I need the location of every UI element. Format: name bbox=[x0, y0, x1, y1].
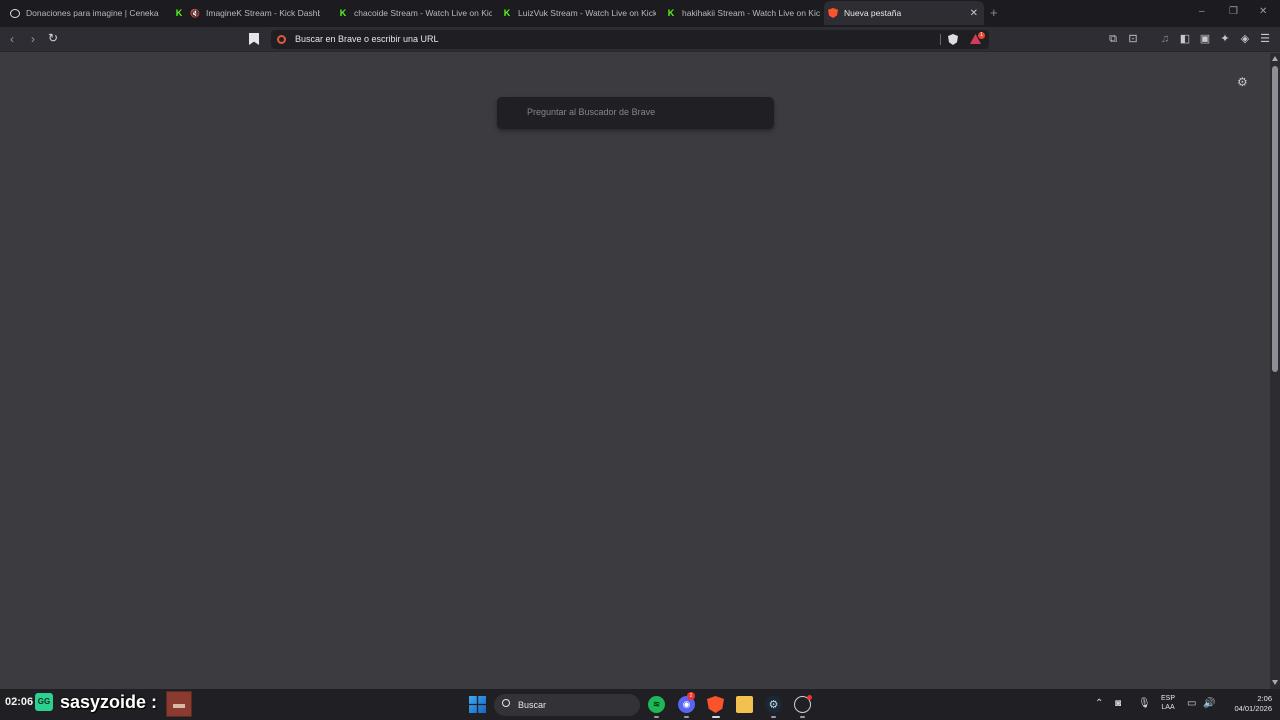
kick-icon: K bbox=[503, 8, 511, 18]
wallet-icon[interactable]: ▣ bbox=[1199, 33, 1211, 45]
restore-icon[interactable]: ❐ bbox=[1229, 6, 1238, 17]
search-placeholder: Preguntar al Buscador de Brave bbox=[527, 107, 656, 117]
back-icon[interactable]: ‹ bbox=[10, 32, 14, 46]
network-icon[interactable]: ▭ bbox=[1187, 698, 1196, 709]
tab-hakihakii[interactable]: K hakihakii Stream - Watch Live on Kick bbox=[662, 3, 820, 23]
rewards-badge: 1 bbox=[978, 32, 985, 39]
muted-icon[interactable]: 🔇 bbox=[190, 8, 200, 18]
scroll-down-icon[interactable] bbox=[1272, 680, 1278, 685]
vpn-icon[interactable]: ◈ bbox=[1239, 33, 1251, 45]
gear-icon[interactable]: ⚙ bbox=[1237, 75, 1248, 89]
taskbar-search[interactable]: Buscar bbox=[494, 694, 640, 716]
close-window-icon[interactable]: ✕ bbox=[1259, 6, 1267, 17]
volume-icon[interactable]: 🔊 bbox=[1203, 698, 1215, 709]
menu-icon[interactable]: ☰ bbox=[1259, 33, 1271, 45]
search-icon bbox=[502, 699, 510, 707]
overlay-time: 02:06 bbox=[5, 696, 34, 708]
brave-icon bbox=[828, 8, 838, 18]
address-bar[interactable]: Buscar en Brave o escribir una URL 1 bbox=[271, 30, 989, 49]
sidebar-icon[interactable]: ◧ bbox=[1179, 33, 1191, 45]
new-tab-page: ⚙ Preguntar al Buscador de Brave bbox=[0, 53, 1270, 689]
screenshot-icon[interactable]: ⊡ bbox=[1127, 33, 1139, 45]
gg-emote-icon: GG bbox=[35, 693, 53, 711]
tab-imaginek-dashboard[interactable]: K 🔇 ImagineK Stream - Kick Dashboard bbox=[170, 3, 320, 23]
close-tab-icon[interactable]: ✕ bbox=[970, 8, 978, 19]
address-placeholder: Buscar en Brave o escribir una URL bbox=[295, 34, 439, 44]
new-tab-button[interactable]: + bbox=[990, 5, 998, 20]
tab-title: hakihakii Stream - Watch Live on Kick bbox=[682, 8, 820, 18]
brave-shields-icon[interactable] bbox=[948, 34, 958, 45]
language-indicator[interactable]: ESP LAA bbox=[1161, 694, 1175, 712]
running-indicator bbox=[684, 716, 689, 718]
extensions-icon[interactable]: ⧉ bbox=[1107, 33, 1119, 45]
ceneka-icon bbox=[10, 8, 20, 18]
tab-luizvuk[interactable]: K LuizVuk Stream - Watch Live on Kick bbox=[498, 3, 656, 23]
kick-icon: K bbox=[339, 8, 347, 18]
media-icon[interactable]: ♫ bbox=[1159, 33, 1171, 45]
system-clock[interactable]: 2:06 04/01/2026 bbox=[1222, 694, 1272, 714]
avatar bbox=[166, 691, 192, 717]
browser-toolbar: ‹ › ↻ Buscar en Brave o escribir una URL… bbox=[0, 27, 1280, 52]
notification-dot bbox=[807, 695, 812, 700]
windows-start-icon[interactable] bbox=[469, 696, 486, 713]
language-line2: LAA bbox=[1161, 704, 1175, 711]
tab-chacoide[interactable]: K chacoide Stream - Watch Live on Kick bbox=[334, 3, 492, 23]
brave-search-box[interactable]: Preguntar al Buscador de Brave bbox=[497, 97, 774, 129]
tab-title: chacoide Stream - Watch Live on Kick bbox=[354, 8, 492, 18]
minimize-icon[interactable]: – bbox=[1199, 6, 1205, 17]
kick-icon: K bbox=[667, 8, 675, 18]
running-indicator bbox=[654, 716, 659, 718]
brave-browser-icon[interactable] bbox=[707, 696, 724, 713]
overlay-username: sasyzoide : bbox=[60, 692, 158, 712]
kick-icon: K bbox=[175, 8, 183, 18]
scroll-thumb[interactable] bbox=[1272, 66, 1278, 372]
running-indicator bbox=[712, 716, 720, 718]
microphone-icon[interactable]: 🎙 bbox=[1138, 698, 1151, 709]
running-indicator bbox=[800, 716, 805, 718]
discord-badge: 2 bbox=[687, 692, 695, 700]
steam-icon[interactable]: ⚙ bbox=[765, 696, 782, 713]
taskbar-search-label: Buscar bbox=[518, 700, 547, 710]
gamepad-icon[interactable]: ◙ bbox=[1115, 698, 1121, 709]
leo-ai-icon[interactable]: ✦ bbox=[1219, 33, 1231, 45]
chevron-up-icon[interactable]: ⌃ bbox=[1095, 698, 1103, 709]
tab-title: ImagineK Stream - Kick Dashboard bbox=[206, 8, 320, 18]
tab-title: Nueva pestaña bbox=[844, 8, 902, 18]
clock-date: 04/01/2026 bbox=[1234, 704, 1272, 713]
forward-icon[interactable]: › bbox=[31, 32, 35, 46]
running-indicator bbox=[771, 716, 776, 718]
bookmark-icon[interactable] bbox=[249, 33, 259, 45]
tab-title: LuizVuk Stream - Watch Live on Kick bbox=[518, 8, 656, 18]
scroll-up-icon[interactable] bbox=[1272, 56, 1278, 61]
tab-strip: Donaciones para imagine | Ceneka K 🔇 Ima… bbox=[0, 0, 1280, 27]
divider bbox=[940, 34, 941, 45]
tab-nueva-pestana[interactable]: Nueva pestaña ✕ bbox=[824, 1, 984, 25]
clock-time: 2:06 bbox=[1257, 694, 1272, 703]
tab-title: Donaciones para imagine | Ceneka bbox=[26, 8, 159, 18]
language-line1: ESP bbox=[1161, 695, 1176, 702]
tab-donaciones[interactable]: Donaciones para imagine | Ceneka bbox=[6, 3, 166, 23]
windows-taskbar: 02:06 GG sasyzoide : Buscar ≋ ◉ 2 ⚙ ⌃ ◙ … bbox=[0, 689, 1280, 720]
file-explorer-icon[interactable] bbox=[736, 696, 753, 713]
reload-icon[interactable]: ↻ bbox=[48, 31, 58, 45]
spotify-icon[interactable]: ≋ bbox=[648, 696, 665, 713]
search-engine-icon bbox=[277, 35, 286, 44]
